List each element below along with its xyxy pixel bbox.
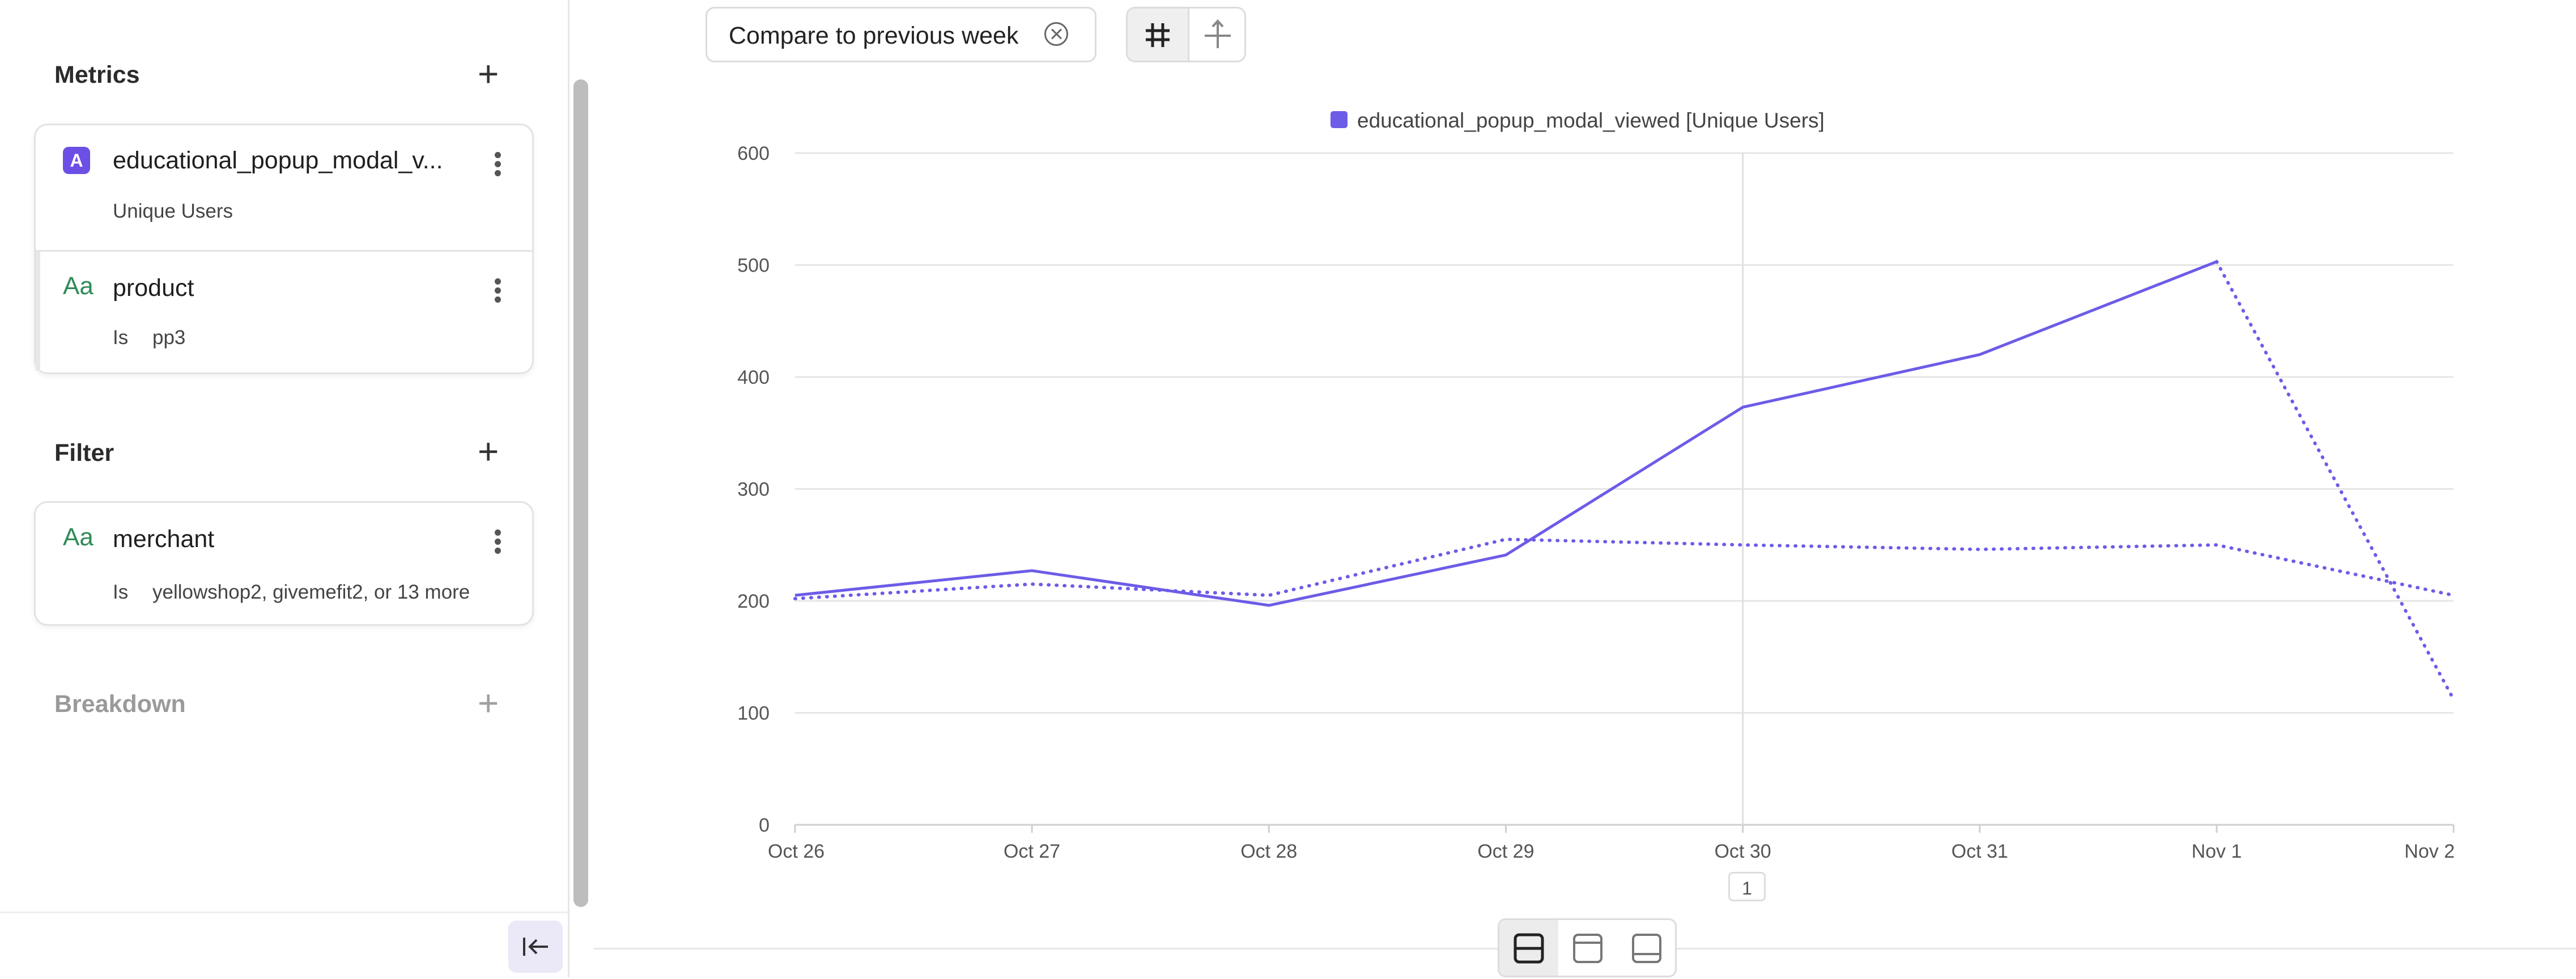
metric-filter-value[interactable]: pp3	[152, 327, 185, 349]
annotation-mode-button[interactable]	[1188, 9, 1244, 61]
compare-label: Compare to previous week	[729, 22, 1019, 49]
value-mode-button[interactable]	[1128, 9, 1189, 61]
top-layout-icon	[1573, 934, 1602, 963]
collapse-sidebar-button[interactable]	[508, 921, 563, 973]
metrics-card: A educational_popup_modal_v... Unique Us…	[34, 124, 534, 374]
x-tick-label: Oct 30	[1714, 841, 1771, 862]
split-layout-button[interactable]	[1499, 920, 1558, 976]
metric-event-menu-icon[interactable]	[492, 149, 503, 179]
legend-swatch	[1330, 111, 1347, 128]
x-tick-label: Oct 31	[1952, 841, 2008, 862]
y-tick-label: 400	[737, 367, 770, 388]
breakdown-heading: Breakdown	[54, 690, 186, 718]
metric-event-name[interactable]: educational_popup_modal_v...	[113, 147, 443, 175]
sidebar: Metrics + A educational_popup_modal_v...…	[0, 0, 569, 979]
sidebar-scrollbar-thumb[interactable]	[573, 79, 588, 907]
filter-card[interactable]: Aa merchant Is yellowshop2, givemefit2, …	[34, 501, 534, 626]
annotation-icon	[1205, 19, 1231, 48]
add-breakdown-button[interactable]: +	[478, 685, 499, 721]
bottom-layout-icon	[1632, 934, 1661, 963]
bottom-layout-button[interactable]	[1617, 920, 1675, 976]
x-tick-label: Nov 2	[2404, 841, 2455, 862]
metric-filter-operator: Is	[113, 327, 129, 349]
filter-menu-icon[interactable]	[492, 527, 503, 557]
legend-label[interactable]: educational_popup_modal_viewed [Unique U…	[1357, 109, 1825, 133]
x-tick-label: Nov 1	[2191, 841, 2242, 862]
y-tick-label: 300	[737, 479, 770, 501]
compare-previous-week-button[interactable]: Compare to previous week	[705, 7, 1096, 62]
primary-series-line[interactable]	[794, 260, 2217, 607]
metric-filter-row[interactable]: Aa product Is pp3	[36, 252, 532, 371]
event-badge-icon: A	[63, 147, 90, 174]
page-indicator[interactable]: 1	[1728, 872, 1766, 901]
filter-heading: Filter	[54, 439, 114, 467]
add-filter-button[interactable]: +	[478, 433, 499, 469]
metric-event-row[interactable]: A educational_popup_modal_v... Unique Us…	[36, 125, 532, 250]
collapse-left-icon	[523, 938, 548, 956]
y-tick-label: 600	[737, 143, 770, 164]
sidebar-footer	[0, 912, 568, 979]
add-metric-button[interactable]: +	[478, 56, 499, 92]
x-tick-label: Oct 26	[768, 841, 824, 862]
filter-operator: Is	[113, 581, 129, 603]
y-tick-label: 500	[737, 255, 770, 277]
x-tick-label: Oct 27	[1004, 841, 1060, 862]
x-tick-label: Oct 29	[1477, 841, 1534, 862]
top-layout-button[interactable]	[1558, 920, 1617, 976]
metric-measure-label[interactable]: Unique Users	[113, 200, 233, 223]
metric-filter-property[interactable]: product	[113, 274, 194, 302]
layout-toggle	[1498, 918, 1677, 977]
comparison-series-line[interactable]	[793, 537, 2455, 601]
split-layout-icon	[1514, 933, 1544, 964]
metrics-heading: Metrics	[54, 61, 140, 88]
metric-filter-menu-icon[interactable]	[492, 276, 503, 306]
filter-property[interactable]: merchant	[113, 525, 214, 553]
remove-compare-icon[interactable]	[1044, 22, 1068, 46]
y-tick-label: 0	[759, 815, 770, 836]
y-tick-label: 200	[737, 591, 770, 612]
string-type-icon: Aa	[63, 272, 93, 300]
comparison-series-line[interactable]	[2214, 260, 2455, 701]
string-type-icon: Aa	[63, 523, 93, 551]
y-tick-label: 100	[737, 703, 770, 724]
chart-mode-toggle	[1126, 7, 1246, 62]
filter-value[interactable]: yellowshop2, givemefit2, or 13 more	[152, 581, 470, 604]
hash-icon	[1146, 23, 1170, 47]
x-tick-label: Oct 28	[1240, 841, 1297, 862]
